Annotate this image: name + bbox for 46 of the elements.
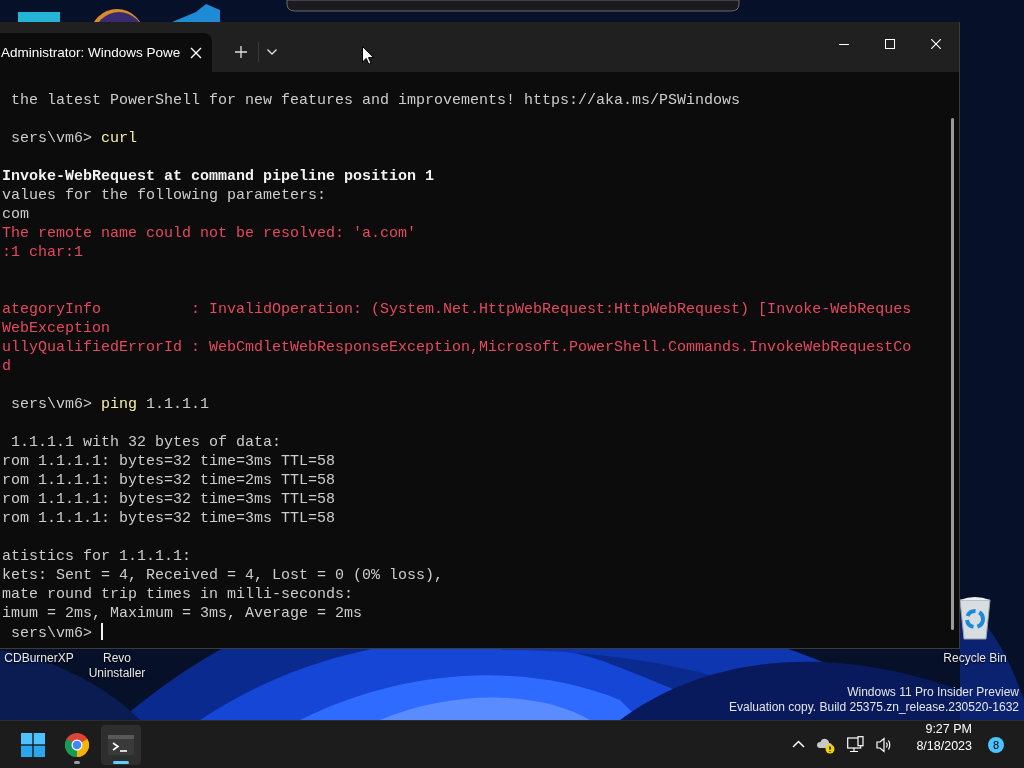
terminal-line: 1.1.1.1 with 32 bytes of data: xyxy=(10,433,282,452)
terminal-line: rom 1.1.1.1: bytes=32 time=3ms TTL=58 xyxy=(2,452,336,471)
terminal-line: mate round trip times in milli-seconds: xyxy=(2,585,354,604)
plus-icon xyxy=(235,46,248,58)
terminal-line: The remote name could not be resolved: 'a.com' xyxy=(2,224,417,243)
network-icon xyxy=(847,736,865,753)
close-icon xyxy=(190,46,203,59)
recycle-bin-icon[interactable] xyxy=(958,596,992,640)
terminal-button[interactable] xyxy=(101,724,141,765)
icon-label[interactable]: CDBurnerXP xyxy=(4,651,74,666)
terminal-line: WebException xyxy=(2,319,111,338)
edition-notice: Windows 11 Pro Insider Preview xyxy=(847,685,1019,700)
terminal-line: sers\vm6> xyxy=(2,623,103,642)
scrollbar[interactable] xyxy=(951,118,954,630)
chevron-up-icon xyxy=(792,740,806,749)
terminal-line: imum = 2ms, Maximum = 3ms, Average = 2ms xyxy=(2,604,363,623)
terminal-line: values for the following parameters: xyxy=(2,186,327,205)
terminal-line: :1 char:1 xyxy=(2,243,83,262)
terminal-line: com xyxy=(2,205,29,224)
close-icon xyxy=(931,39,941,49)
terminal-line: rom 1.1.1.1: bytes=32 time=3ms TTL=58 xyxy=(2,509,336,528)
windows-logo-icon xyxy=(21,732,45,757)
clock[interactable]: 9:27 PM 8/18/2023 xyxy=(910,721,978,768)
terminal-line: sers\vm6> curl xyxy=(10,129,138,148)
maximize-icon xyxy=(885,39,895,49)
terminal-line: kets: Sent = 4, Received = 4, Lost = 0 (0% loss), xyxy=(2,566,444,585)
mouse-pointer-icon xyxy=(362,46,374,65)
chevron-down-icon xyxy=(267,49,278,55)
terminal-line: atistics for 1.1.1.1: xyxy=(2,547,192,566)
browser-icon xyxy=(65,732,89,757)
speaker-icon xyxy=(876,735,893,754)
icon-label[interactable]: Revo Uninstaller xyxy=(82,651,152,681)
terminal-line: rom 1.1.1.1: bytes=32 time=2ms TTL=58 xyxy=(2,471,336,490)
terminal-line: ategoryInfo : InvalidOperation: (System.Net.HttpWebRequest:HttpWebRequest) [Invoke-WebReques xyxy=(2,300,912,319)
terminal-line: d xyxy=(2,357,11,376)
icon-label[interactable]: Recycle Bin xyxy=(940,651,1010,666)
notification-badge[interactable]: 8 xyxy=(988,736,1004,753)
terminal-line: the latest PowerShell for new features and improvements! https://aka.ms/PSWindows xyxy=(10,91,741,110)
close-tab-button[interactable] xyxy=(190,46,203,59)
terminal-icon xyxy=(108,734,134,755)
terminal-line: rom 1.1.1.1: bytes=32 time=3ms TTL=58 xyxy=(2,490,336,509)
terminal-line: Invoke-WebRequest at command pipeline position 1 xyxy=(2,167,435,186)
terminal-tab[interactable]: Administrator: Windows Powe xyxy=(0,33,213,72)
terminal-line: ullyQualifiedErrorId : WebCmdletWebResponseException,Microsoft.PowerShell.Commands.InvokeWebRequestCo xyxy=(2,338,912,357)
terminal-line: sers\vm6> ping 1.1.1.1 xyxy=(10,395,210,414)
edition-notice: Evaluation copy. Build 25375.zn_release.230520-1632 xyxy=(729,700,1019,715)
